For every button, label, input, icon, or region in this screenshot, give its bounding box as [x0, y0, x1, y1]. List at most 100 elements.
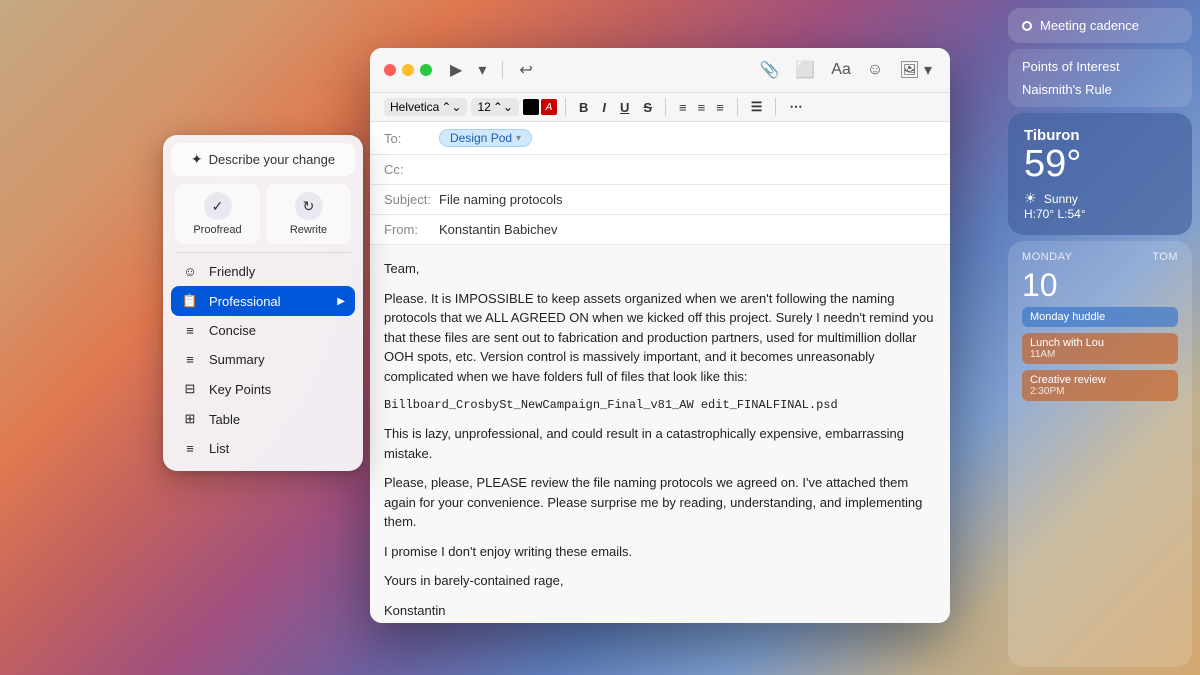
- calendar-header: MONDAY TOM: [1022, 251, 1178, 263]
- send-dropdown-button[interactable]: ▾: [474, 58, 490, 82]
- photo-dropdown-icon: ▾: [924, 62, 932, 79]
- rewrite-button[interactable]: ↻ Rewrite: [266, 184, 351, 244]
- attach-icon: 📎: [759, 62, 779, 79]
- describe-change-button[interactable]: ✦ Describe your change: [171, 143, 355, 176]
- to-tag[interactable]: Design Pod ▾: [439, 129, 532, 147]
- calendar-widget: MONDAY TOM 10 Monday huddle Lunch with L…: [1008, 241, 1192, 667]
- cc-label: Cc:: [384, 162, 439, 177]
- calendar-event-0[interactable]: Monday huddle: [1022, 307, 1178, 327]
- wt-menu-summary[interactable]: ≡ Summary: [171, 345, 355, 374]
- mail-body[interactable]: Team, Please. It is IMPOSSIBLE to keep a…: [370, 245, 950, 623]
- toolbar-separator-1: [502, 61, 503, 79]
- body-sign-off: Yours in barely-contained rage,: [384, 571, 936, 591]
- from-label: From:: [384, 222, 439, 237]
- wt-menu-list[interactable]: ≡ List: [171, 434, 355, 463]
- bold-icon: B: [579, 100, 588, 115]
- subject-value[interactable]: File naming protocols: [439, 192, 936, 207]
- wt-menu-friendly[interactable]: ☺ Friendly: [171, 257, 355, 286]
- to-value[interactable]: Design Pod ▾: [439, 129, 936, 147]
- calendar-day-number: 10: [1022, 269, 1178, 301]
- sun-icon: ☀: [1024, 190, 1037, 207]
- meeting-dot-icon: [1022, 21, 1032, 31]
- window-button[interactable]: ⬜: [791, 58, 819, 82]
- size-arrows: ⌃⌄: [493, 100, 513, 114]
- proofread-icon: ✓: [204, 192, 232, 220]
- table-label: Table: [209, 412, 240, 427]
- align-left-button[interactable]: ≡: [674, 98, 692, 117]
- from-field-row: From: Konstantin Babichev: [370, 215, 950, 245]
- format-sep-1: [565, 98, 566, 116]
- photo-button[interactable]: 🖼 ▾: [895, 58, 936, 82]
- emoji-icon: ☺: [867, 61, 883, 78]
- underline-button[interactable]: U: [615, 98, 634, 117]
- weather-temp: 59°: [1024, 144, 1176, 186]
- mail-titlebar: ▶ ▾ ↩ 📎 ⬜ Aa ☺ 🖼 ▾: [370, 48, 950, 93]
- wt-menu-professional[interactable]: 📋 Professional: [171, 286, 355, 316]
- proofread-label: Proofread: [193, 224, 241, 236]
- font-button[interactable]: Aa: [827, 59, 855, 81]
- to-label: To:: [384, 131, 439, 146]
- wt-menu-concise[interactable]: ≡ Concise: [171, 316, 355, 345]
- more-format-button[interactable]: ⋯: [784, 97, 807, 117]
- close-button[interactable]: [384, 64, 396, 76]
- calendar-event-1[interactable]: Lunch with Lou 11AM: [1022, 333, 1178, 364]
- professional-icon: 📋: [181, 293, 199, 309]
- wand-icon: ✦: [191, 151, 203, 168]
- wt-menu-table[interactable]: ⊞ Table: [171, 404, 355, 434]
- summary-icon: ≡: [181, 352, 199, 367]
- text-color-swatch[interactable]: [523, 99, 539, 115]
- widgets-panel: Meeting cadence Points of Interest Naism…: [1000, 0, 1200, 675]
- wt-actions-row: ✓ Proofread ↻ Rewrite: [171, 184, 355, 244]
- key-points-icon: ⊟: [181, 381, 199, 397]
- font-size: 12: [477, 100, 490, 114]
- event-title-2: Creative review: [1030, 374, 1170, 386]
- undo-icon: ↩: [519, 62, 532, 79]
- size-selector[interactable]: 12 ⌃⌄: [471, 98, 518, 116]
- maximize-button[interactable]: [420, 64, 432, 76]
- font-selector[interactable]: Helvetica ⌃⌄: [384, 98, 467, 116]
- attach-button[interactable]: 📎: [755, 58, 783, 82]
- desktop: Meeting cadence Points of Interest Naism…: [0, 0, 1200, 675]
- key-points-label: Key Points: [209, 382, 271, 397]
- summary-label: Summary: [209, 352, 265, 367]
- bold-button[interactable]: B: [574, 98, 593, 117]
- format-sep-3: [737, 98, 738, 116]
- link-naismith[interactable]: Naismith's Rule: [1022, 82, 1178, 97]
- list-button[interactable]: ☰: [746, 97, 768, 117]
- weather-widget: Tiburon 59° ☀ Sunny H:70° L:54°: [1008, 113, 1192, 235]
- calendar-event-2[interactable]: Creative review 2:30PM: [1022, 370, 1178, 401]
- from-value[interactable]: Konstantin Babichev: [439, 222, 936, 237]
- emoji-button[interactable]: ☺: [863, 59, 887, 81]
- body-para-2: This is lazy, unprofessional, and could …: [384, 424, 936, 463]
- strikethrough-button[interactable]: S: [638, 98, 657, 117]
- meeting-label: Meeting cadence: [1040, 18, 1139, 33]
- event-time-1: 11AM: [1030, 349, 1170, 360]
- photo-icon: 🖼: [899, 62, 919, 79]
- event-title-1: Lunch with Lou: [1030, 337, 1170, 349]
- event-time-2: 2:30PM: [1030, 386, 1170, 397]
- meeting-badge[interactable]: Meeting cadence: [1008, 8, 1192, 43]
- send-button[interactable]: ▶: [446, 58, 466, 82]
- list-label: List: [209, 441, 229, 456]
- body-filename: Billboard_CrosbySt_NewCampaign_Final_v81…: [384, 396, 936, 414]
- to-tag-text: Design Pod: [450, 131, 512, 145]
- rewrite-icon: ↻: [295, 192, 323, 220]
- weather-condition: ☀ Sunny H:70° L:54°: [1024, 190, 1176, 221]
- proofread-button[interactable]: ✓ Proofread: [175, 184, 260, 244]
- alignment-group: ≡ ≡ ≡: [674, 98, 729, 117]
- window-icon: ⬜: [795, 62, 815, 79]
- align-center-button[interactable]: ≡: [693, 98, 711, 117]
- rewrite-label: Rewrite: [290, 224, 327, 236]
- italic-button[interactable]: I: [597, 98, 611, 117]
- minimize-button[interactable]: [402, 64, 414, 76]
- link-points-of-interest[interactable]: Points of Interest: [1022, 59, 1178, 74]
- wt-menu-key-points[interactable]: ⊟ Key Points: [171, 374, 355, 404]
- align-right-button[interactable]: ≡: [711, 98, 729, 117]
- font-icon: Aa: [831, 61, 851, 78]
- body-para-1: Please. It is IMPOSSIBLE to keep assets …: [384, 289, 936, 387]
- professional-label: Professional: [209, 294, 281, 309]
- undo-button[interactable]: ↩: [515, 58, 536, 82]
- chevron-down-icon: ▾: [478, 62, 486, 79]
- highlight-color-swatch[interactable]: A: [541, 99, 557, 115]
- font-name: Helvetica: [390, 100, 439, 114]
